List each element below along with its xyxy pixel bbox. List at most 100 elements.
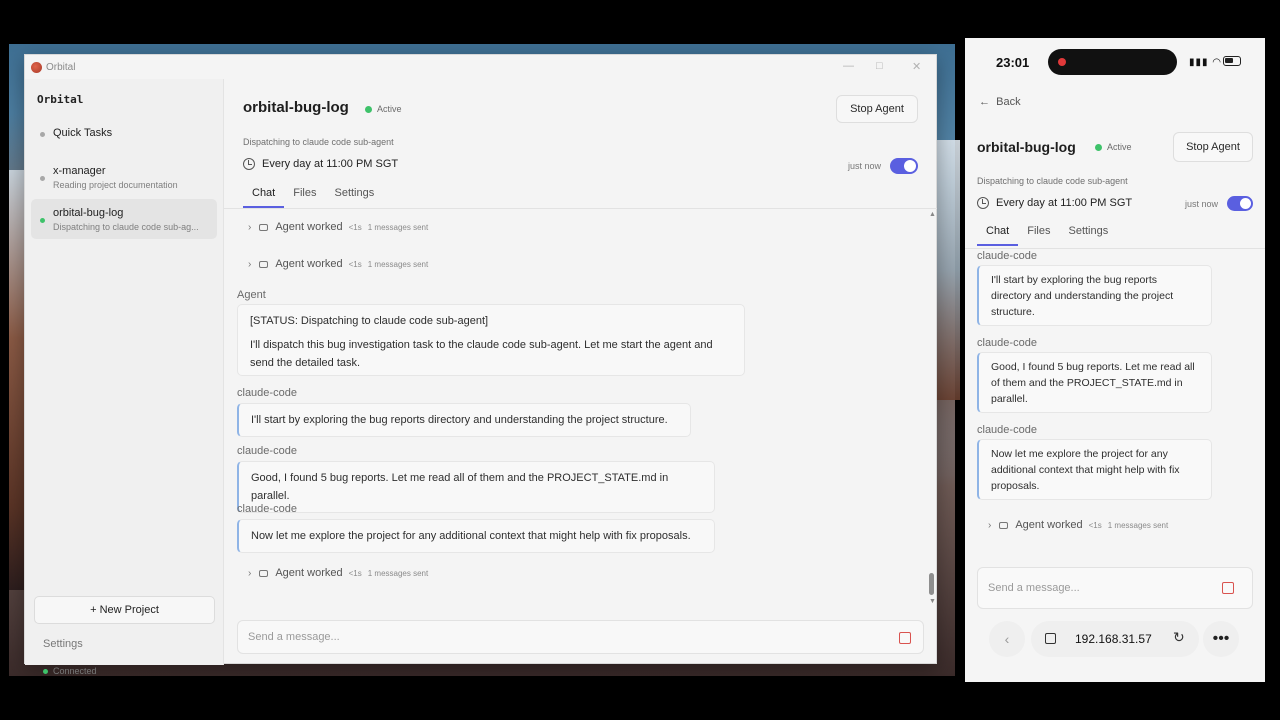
message-sender: claude-code	[977, 337, 1037, 349]
sidebar-item-orbital-bug-log[interactable]: orbital-bug-log Dispatching to claude co…	[31, 199, 217, 239]
phone-stop-agent-button[interactable]: Stop Agent	[1173, 132, 1253, 162]
last-run-label: just now	[848, 161, 882, 171]
sidebar-item-x-manager[interactable]: x-manager Reading project documentation	[31, 161, 217, 194]
status-badge: Active	[365, 104, 402, 114]
worked-count: 1 messages sent	[1107, 520, 1169, 530]
arrow-left-icon: ←	[979, 96, 990, 108]
main-panel: orbital-bug-log Active Stop Agent Dispat…	[224, 79, 937, 665]
active-dot	[365, 105, 372, 113]
maximize-button[interactable]: □	[876, 60, 883, 72]
scroll-down-arrow-icon[interactable]: ▼	[929, 598, 936, 605]
message-sender: Agent	[237, 289, 266, 301]
agent-worked-row[interactable]: › Agent worked <1s 1 messages sent	[248, 258, 428, 270]
connection-status: Connected	[43, 666, 97, 676]
chevron-right-icon: ›	[248, 221, 252, 233]
browser-nav-bar: ‹ 192.168.31.57 ↻ •••	[965, 616, 1265, 666]
phone-tab-bar: Chat Files Settings	[977, 220, 1117, 246]
phone-tab-chat[interactable]: Chat	[977, 220, 1019, 246]
sidebar-item-label: Quick Tasks	[53, 127, 113, 139]
window-title: Orbital	[46, 61, 76, 73]
phone-screen: 23:01 ▮▮▮ ◠ ← Back orbital-bug-log Activ…	[965, 38, 1265, 682]
status-dot	[40, 218, 45, 223]
worked-time: <1s	[348, 259, 362, 269]
agent-status-line: [STATUS: Dispatching to claude code sub-…	[250, 315, 489, 327]
chevron-right-icon: ›	[248, 258, 252, 270]
browser-back-button[interactable]: ‹	[989, 621, 1025, 657]
orbital-logo-icon	[31, 61, 42, 73]
tab-files[interactable]: Files	[284, 182, 325, 208]
claude-code-message: I'll start by exploring the bug reports …	[237, 403, 691, 437]
brand-title: Orbital	[37, 93, 84, 106]
sidebar-settings-link[interactable]: Settings	[43, 638, 83, 650]
clock-icon	[977, 197, 989, 209]
tab-chat[interactable]: Chat	[243, 182, 285, 208]
app-window: Orbital — □ ✕ Orbital Quick Tasks x-mana…	[24, 54, 937, 676]
url-bar[interactable]: 192.168.31.57 ↻	[1031, 621, 1199, 657]
stop-square-icon[interactable]	[899, 632, 911, 644]
sidebar-item-quick-tasks[interactable]: Quick Tasks	[31, 123, 217, 143]
scroll-up-arrow-icon[interactable]: ▲	[929, 211, 936, 218]
worked-count: 1 messages sent	[367, 222, 429, 232]
wallpaper-mountain-left	[9, 170, 25, 590]
message-sender: claude-code	[977, 424, 1037, 436]
worked-count: 1 messages sent	[367, 568, 429, 578]
dispatch-status-text: Dispatching to claude code sub-agent	[243, 137, 394, 147]
agent-worked-row[interactable]: › Agent worked <1s 1 messages sent	[248, 221, 428, 233]
more-dots-icon: •••	[1212, 630, 1230, 647]
back-label: Back	[996, 96, 1021, 108]
close-button[interactable]: ✕	[912, 60, 921, 73]
active-dot	[1095, 143, 1102, 151]
worked-label: Agent worked	[1015, 519, 1083, 531]
phone-last-run: just now	[1185, 199, 1219, 209]
phone-tab-divider	[965, 248, 1265, 249]
phone-status-badge: Active	[1095, 142, 1132, 152]
claude-code-message: Now let me explore the project for any a…	[237, 519, 715, 553]
message-sender: claude-code	[237, 503, 297, 515]
tab-settings[interactable]: Settings	[325, 182, 383, 208]
chevron-right-icon: ›	[988, 519, 992, 531]
reload-icon[interactable]: ↻	[1173, 629, 1185, 646]
sidebar-item-subtitle: Dispatching to claude code sub-ag...	[53, 222, 199, 232]
phone-dispatch-text: Dispatching to claude code sub-agent	[977, 176, 1128, 186]
phone-page-title: orbital-bug-log	[977, 139, 1076, 155]
phone-claude-code-message: Good, I found 5 bug reports. Let me read…	[977, 352, 1212, 413]
phone-claude-code-message: I'll start by exploring the bug reports …	[977, 265, 1212, 326]
minimize-button[interactable]: —	[843, 60, 854, 72]
back-button[interactable]: ← Back	[979, 96, 1021, 108]
title-bar: Orbital — □ ✕	[25, 55, 936, 79]
worked-label: Agent worked	[275, 221, 343, 233]
sidebar-item-subtitle: Reading project documentation	[53, 180, 178, 190]
more-menu-button[interactable]: •••	[1203, 621, 1239, 657]
message-placeholder: Send a message...	[988, 582, 1080, 594]
phone-tab-files[interactable]: Files	[1018, 220, 1059, 246]
phone-message-input[interactable]: Send a message...	[977, 567, 1253, 609]
url-text: 192.168.31.57	[1075, 632, 1152, 646]
worked-time: <1s	[348, 568, 362, 578]
claude-code-message: Good, I found 5 bug reports. Let me read…	[237, 461, 715, 513]
phone-schedule-toggle[interactable]	[1227, 196, 1253, 211]
clock-icon	[243, 158, 255, 170]
bot-icon	[259, 260, 269, 268]
phone-claude-code-message: Now let me explore the project for any a…	[977, 439, 1212, 500]
phone-tab-settings[interactable]: Settings	[1059, 220, 1117, 246]
new-project-button[interactable]: + New Project	[34, 596, 215, 624]
stop-square-icon[interactable]	[1222, 582, 1234, 594]
phone-clock: 23:01	[996, 55, 1030, 70]
screen: Orbital — □ ✕ Orbital Quick Tasks x-mana…	[0, 0, 1280, 720]
sidebar-item-label: orbital-bug-log	[53, 207, 124, 219]
bot-icon	[259, 223, 269, 231]
chevron-right-icon: ›	[248, 567, 252, 579]
stop-agent-button[interactable]: Stop Agent	[836, 95, 918, 123]
agent-worked-row[interactable]: › Agent worked <1s 1 messages sent	[248, 567, 428, 579]
message-input[interactable]: Send a message...	[237, 620, 924, 654]
bot-icon	[999, 521, 1009, 529]
schedule-label: Every day at 11:00 PM SGT	[262, 158, 399, 170]
scrollbar-thumb[interactable]	[929, 573, 934, 595]
page-info-icon	[1045, 633, 1056, 644]
schedule-row: Every day at 11:00 PM SGT	[243, 158, 398, 170]
phone-agent-worked-row[interactable]: › Agent worked <1s 1 messages sent	[988, 519, 1168, 531]
schedule-toggle[interactable]	[890, 158, 918, 174]
dynamic-island	[1048, 49, 1177, 75]
connection-label: Connected	[53, 666, 97, 676]
message-sender: claude-code	[237, 445, 297, 457]
